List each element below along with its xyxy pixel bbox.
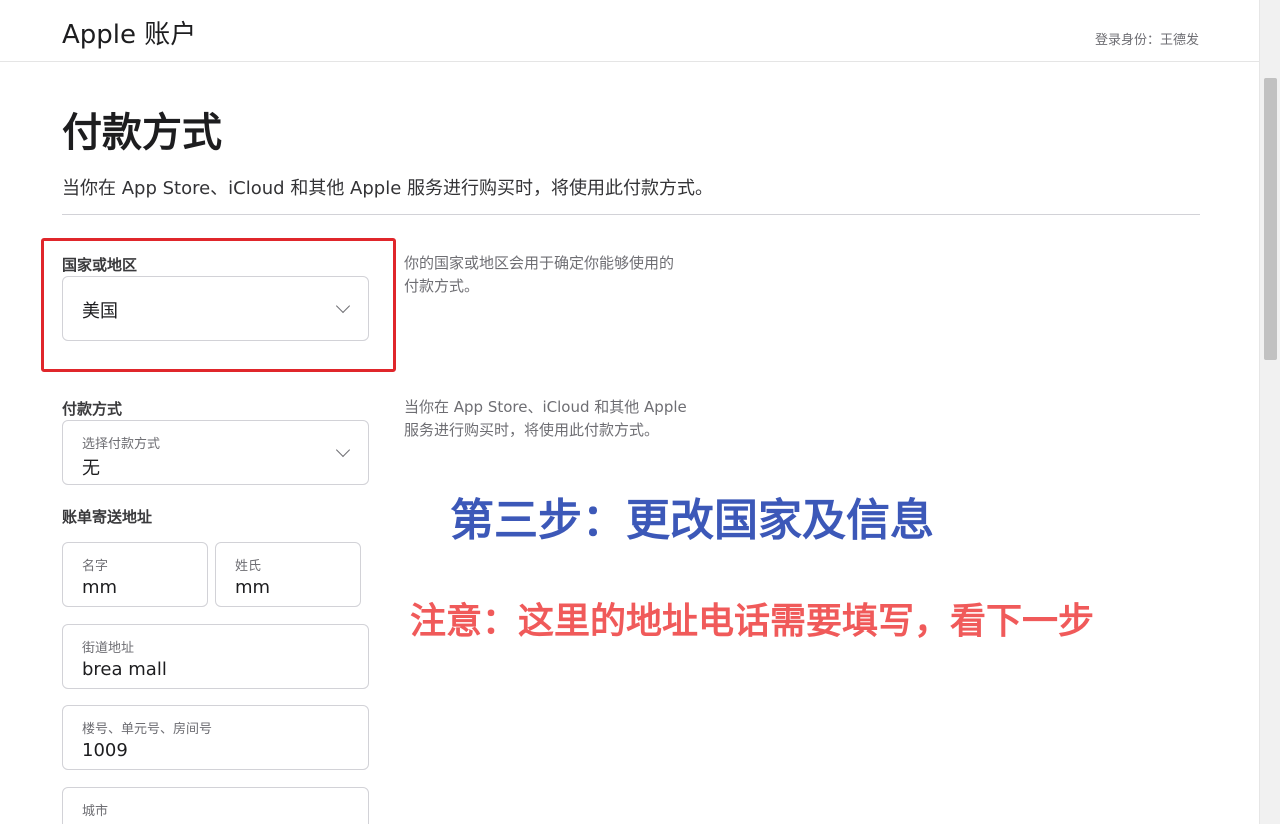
billing-address-label: 账单寄送地址 xyxy=(62,508,153,526)
last-name-placeholder: 姓氏 xyxy=(235,559,262,574)
country-select-value: 美国 xyxy=(82,301,118,322)
brand-title[interactable]: Apple 账户 xyxy=(62,14,196,51)
payment-method-select[interactable]: 选择付款方式 无 xyxy=(62,420,369,485)
step-annotation: 第三步：更改国家及信息 xyxy=(450,495,934,546)
section-divider xyxy=(62,214,1200,215)
page-title: 付款方式 xyxy=(62,110,222,156)
page-scrollbar[interactable] xyxy=(1259,0,1280,824)
payment-method-placeholder: 选择付款方式 xyxy=(82,437,161,452)
login-identity: 登录身份：王德发 xyxy=(1094,33,1199,48)
top-bar: Apple 账户 登录身份：王德发 xyxy=(0,0,1259,62)
first-name-field[interactable]: 名字 mm xyxy=(62,542,208,607)
street-address-value: brea mall xyxy=(82,659,167,680)
city-placeholder: 城市 xyxy=(82,804,109,819)
chevron-down-icon xyxy=(335,298,351,314)
unit-value: 1009 xyxy=(82,740,128,761)
street-address-placeholder: 街道地址 xyxy=(82,641,135,656)
country-label: 国家或地区 xyxy=(62,256,138,274)
unit-field[interactable]: 楼号、单元号、房间号 1009 xyxy=(62,705,369,770)
last-name-field[interactable]: 姓氏 mm xyxy=(215,542,361,607)
payment-method-value: 无 xyxy=(82,458,100,479)
scrollbar-thumb[interactable] xyxy=(1264,78,1277,360)
first-name-value: mm xyxy=(82,577,118,598)
city-field[interactable]: 城市 xyxy=(62,787,369,824)
payment-note: 当你在 App Store、iCloud 和其他 Apple 服务进行购买时，将… xyxy=(404,398,687,439)
last-name-value: mm xyxy=(235,577,271,598)
payment-label: 付款方式 xyxy=(62,400,123,418)
first-name-placeholder: 名字 xyxy=(82,559,109,574)
country-note: 你的国家或地区会用于确定你能够使用的 付款方式。 xyxy=(404,254,675,295)
chevron-down-icon xyxy=(335,442,351,458)
country-select[interactable]: 美国 xyxy=(62,276,369,341)
street-address-field[interactable]: 街道地址 brea mall xyxy=(62,624,369,689)
page-description: 当你在 App Store、iCloud 和其他 Apple 服务进行购买时，将… xyxy=(62,178,714,199)
notice-annotation: 注意：这里的地址电话需要填写，看下一步 xyxy=(410,600,1095,642)
unit-placeholder: 楼号、单元号、房间号 xyxy=(82,722,213,737)
